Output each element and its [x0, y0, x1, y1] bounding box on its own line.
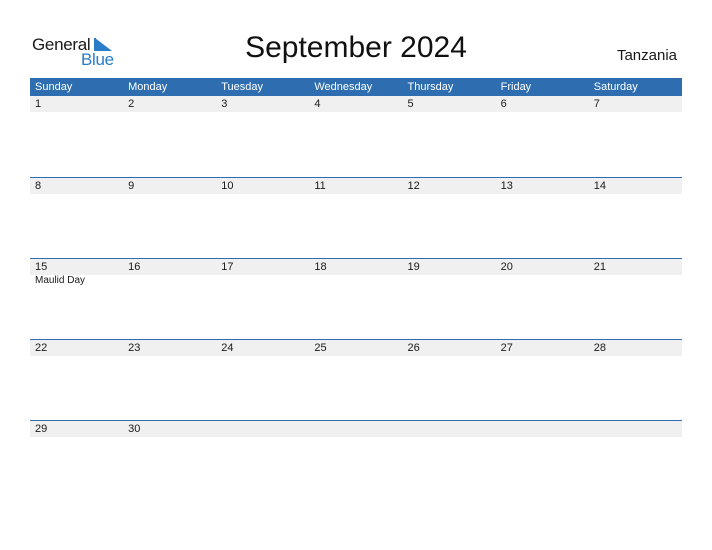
- week-row: 8 9 10 11 12 13 14: [30, 177, 682, 258]
- day-number: 8: [35, 180, 42, 192]
- day-number: [216, 421, 309, 437]
- day-event: [589, 275, 682, 287]
- day-event: Maulid Day: [35, 275, 86, 286]
- day-event: [216, 275, 309, 287]
- day-number: 23: [128, 342, 141, 354]
- weekday-thursday: Thursday: [407, 81, 454, 93]
- day-number: 15: [35, 261, 48, 273]
- day-number: 2: [128, 98, 135, 110]
- day-number: 6: [500, 98, 507, 110]
- day-event: [403, 275, 496, 287]
- day-number: 12: [407, 180, 420, 192]
- day-number: 10: [221, 180, 234, 192]
- weeks-container: 1 2 3 4 5 6 7 8 9 10 11 12 13 14 15 16 17 18 19 20 21 Maulid …: [30, 96, 682, 501]
- day-number: 25: [314, 342, 327, 354]
- weekday-monday: Monday: [128, 81, 168, 93]
- day-number: 13: [500, 180, 513, 192]
- weekday-sunday: Sunday: [35, 81, 73, 93]
- day-number: 20: [500, 261, 513, 273]
- calendar-grid: Sunday Monday Tuesday Wednesday Thursday…: [30, 78, 682, 501]
- weekday-header: Sunday Monday Tuesday Wednesday Thursday…: [30, 78, 682, 96]
- day-number: 4: [314, 98, 321, 110]
- day-number: 11: [314, 180, 326, 192]
- weekday-saturday: Saturday: [593, 81, 638, 93]
- day-number: [589, 421, 682, 437]
- day-number: 18: [314, 261, 327, 273]
- day-number-strip: 15 16 17 18 19 20 21: [30, 259, 682, 275]
- day-number: [309, 421, 402, 437]
- day-event: [123, 275, 216, 287]
- day-number: 19: [407, 261, 420, 273]
- weekday-friday: Friday: [500, 81, 532, 93]
- day-number: 1: [35, 98, 42, 110]
- day-event: [496, 275, 589, 287]
- day-event: [309, 275, 402, 287]
- day-number: 21: [593, 261, 606, 273]
- day-number: 26: [407, 342, 420, 354]
- day-number: [403, 421, 496, 437]
- day-number: 22: [35, 342, 48, 354]
- day-number: 28: [593, 342, 606, 354]
- day-number: [496, 421, 589, 437]
- day-number: 16: [128, 261, 141, 273]
- day-number-strip: 8 9 10 11 12 13 14: [30, 178, 682, 194]
- day-number: 9: [128, 180, 135, 192]
- day-number: 29: [35, 423, 48, 435]
- event-row: Maulid Day: [30, 275, 682, 287]
- day-number: 17: [221, 261, 234, 273]
- day-number: 30: [128, 423, 141, 435]
- day-number: 27: [500, 342, 513, 354]
- page-title: September 2024: [245, 31, 467, 64]
- week-row: 15 16 17 18 19 20 21 Maulid Day: [30, 258, 682, 339]
- day-number: 7: [593, 98, 600, 110]
- weekday-wednesday: Wednesday: [314, 81, 373, 93]
- weekday-tuesday: Tuesday: [221, 81, 264, 93]
- week-row: 22 23 24 25 26 27 28: [30, 339, 682, 420]
- day-number: 3: [221, 98, 228, 110]
- country-label: Tanzania: [616, 47, 677, 64]
- week-row: 1 2 3 4 5 6 7: [30, 96, 682, 177]
- day-number: 24: [221, 342, 234, 354]
- day-number-strip: 22 23 24 25 26 27 28: [30, 340, 682, 356]
- day-number: 5: [407, 98, 414, 110]
- day-number: 14: [593, 180, 606, 192]
- day-number-strip: 1 2 3 4 5 6 7: [30, 96, 682, 112]
- week-row: 29 30: [30, 420, 682, 501]
- day-number-strip: 29 30: [30, 421, 682, 437]
